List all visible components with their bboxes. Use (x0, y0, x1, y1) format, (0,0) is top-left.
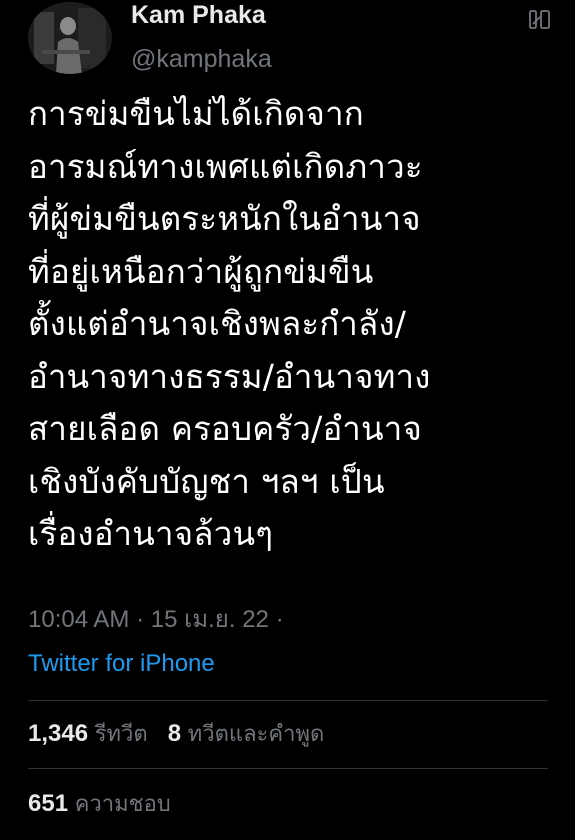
likes-count: 651 (28, 790, 69, 817)
author-avatar[interactable] (28, 2, 112, 74)
tweet-date: 15 เม.ย. 22 (150, 606, 269, 633)
profile-photo-icon (28, 2, 112, 74)
likes-label: ความชอบ (74, 792, 171, 817)
quotes-count: 8 (167, 720, 182, 747)
divider (28, 700, 548, 701)
tweet-text-line: ตั้งแต่อำนาจเชิงพละกำลัง/ (28, 304, 407, 343)
tweet-text-line: เชิงบังคับบัญชา ฯลฯ เป็น (28, 461, 385, 501)
tweet-timestamp[interactable]: 10:04 AM · 15 เม.ย. 22 · (28, 604, 284, 636)
tweet-source-link[interactable]: Twitter for iPhone (28, 648, 215, 680)
likes-stats: 651 ความชอบ (28, 788, 171, 821)
tweet-text-line: อารมณ์ทางเพศแต่เกิดภาวะ (28, 146, 423, 186)
tweet-text-line: อำนาจทางธรรม/อำนาจทาง (28, 356, 431, 396)
meta-separator: · (275, 606, 284, 633)
retweets-stat[interactable]: 1,346 รีทวีต (28, 720, 154, 747)
more-options-icon (529, 10, 550, 29)
tweet-text-line: สายเลือด ครอบครัว/อำนาจ (28, 409, 423, 448)
quotes-stat[interactable]: 8 ทวีตและคำพูด (168, 720, 325, 747)
tweet-text-line: เรื่องอำนาจล้วนๆ (28, 514, 274, 553)
quotes-label: ทวีตและคำพูด (187, 722, 325, 747)
tweet-detail: Kam Phaka @kamphaka การข่มขืนไม่ได้เกิดจ… (0, 0, 575, 840)
tweet-text-line: การข่มขืนไม่ได้เกิดจาก (28, 94, 364, 133)
more-options-button[interactable] (528, 8, 552, 32)
author-handle[interactable]: @kamphaka (131, 44, 272, 74)
tweet-text-line: ที่ผู้ข่มขืนตระหนักในอำนาจ (28, 199, 421, 238)
likes-stat[interactable]: 651 ความชอบ (28, 790, 171, 817)
author-display-name[interactable]: Kam Phaka (131, 0, 266, 30)
divider (28, 768, 548, 769)
tweet-text-line: ที่อยู่เหนือกว่าผู้ถูกข่มขืน (28, 251, 374, 291)
tweet-time: 10:04 AM (28, 606, 130, 633)
meta-separator: · (136, 606, 145, 633)
retweets-label: รีทวีต (94, 722, 148, 747)
tweet-text: การข่มขืนไม่ได้เกิดจาก อารมณ์ทางเพศแต่เก… (28, 88, 568, 561)
engagement-stats: 1,346 รีทวีต 8 ทวีตและคำพูด (28, 718, 324, 751)
retweets-count: 1,346 (28, 720, 89, 747)
